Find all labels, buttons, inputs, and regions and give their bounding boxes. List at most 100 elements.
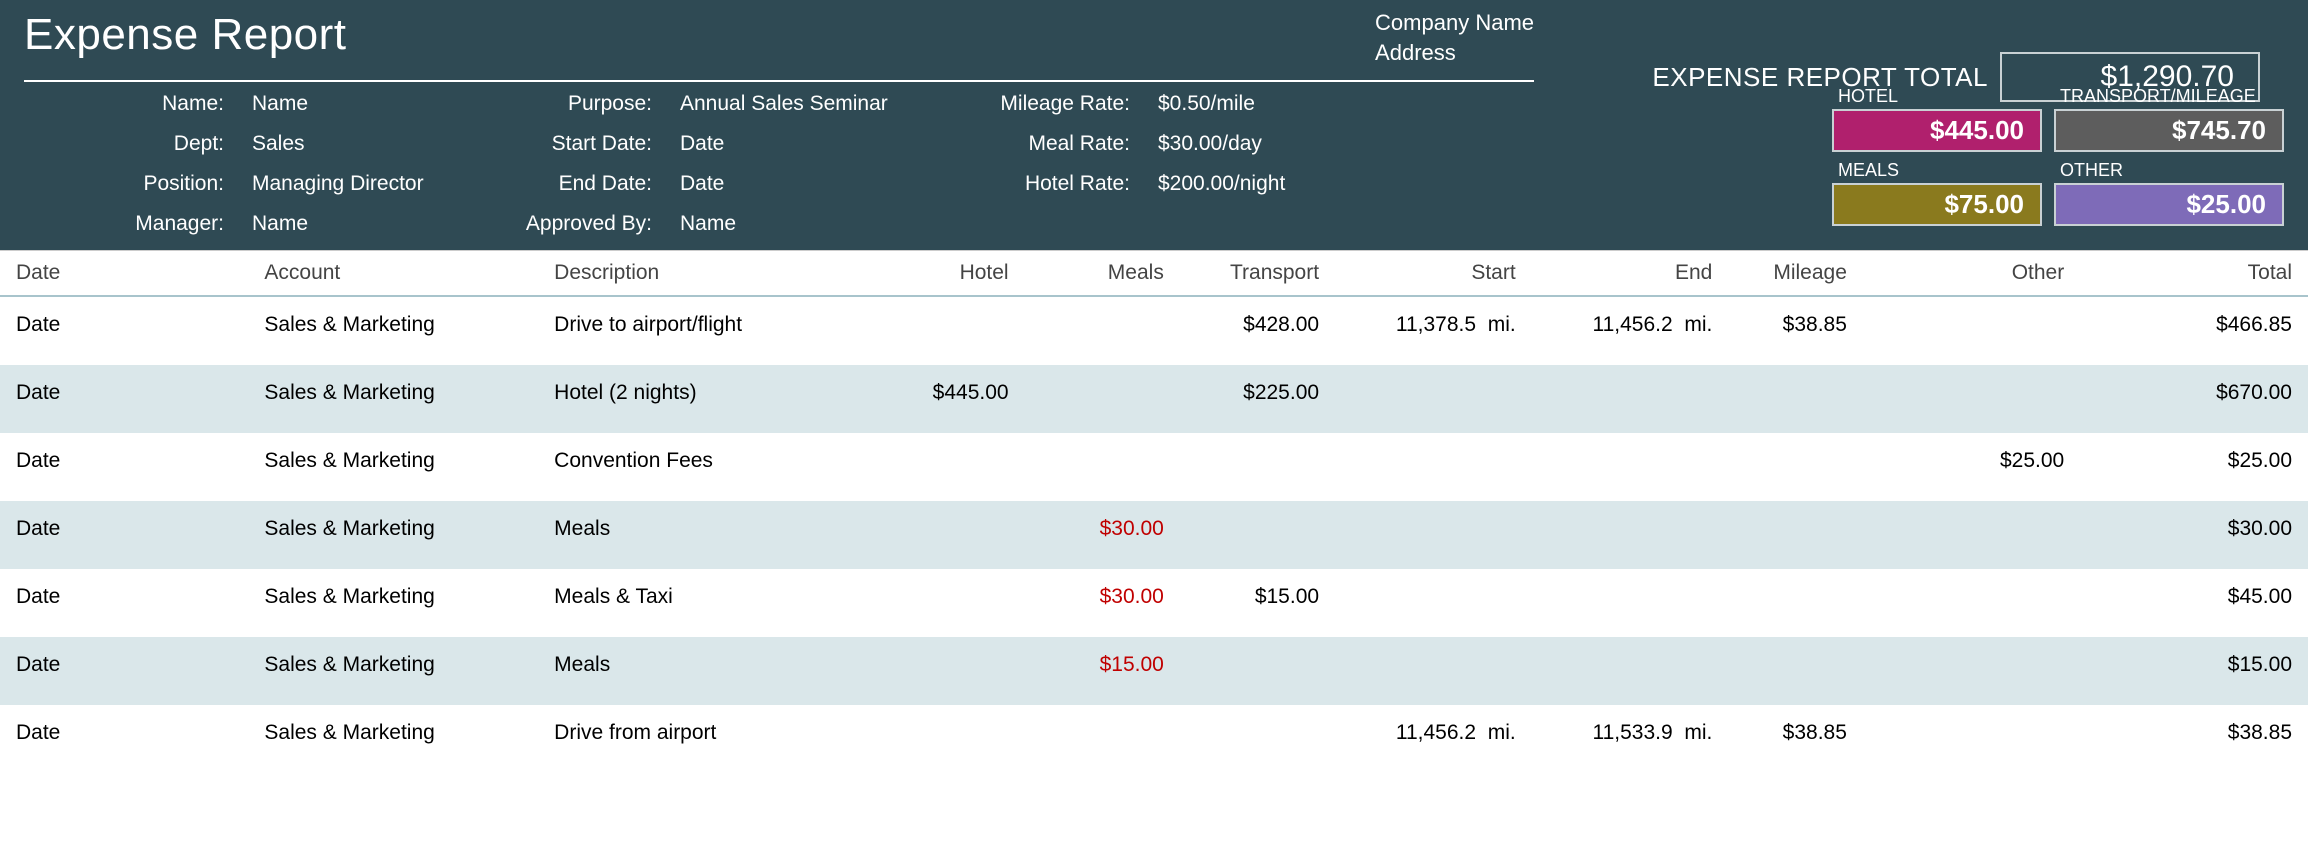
summary-meals-value: $75.00 <box>1832 183 2042 226</box>
cell-mileage <box>1728 637 1863 705</box>
summary-block: HOTEL $445.00 TRANSPORT/MILEAGE $745.70 … <box>1832 86 2284 226</box>
header-top: Expense Report Company Name Address <box>24 10 1534 82</box>
summary-transport-label: TRANSPORT/MILEAGE <box>2054 86 2284 107</box>
summary-transport-value: $745.70 <box>2054 109 2284 152</box>
table-row: DateSales & MarketingMeals & Taxi$30.00$… <box>0 569 2308 637</box>
cell-date: Date <box>0 705 248 773</box>
table-row: DateSales & MarketingDrive to airport/fl… <box>0 296 2308 365</box>
cell-hotel <box>869 637 1024 705</box>
col-description: Description <box>538 251 869 297</box>
table-header-row: Date Account Description Hotel Meals Tra… <box>0 251 2308 297</box>
header-details: Name: Name Dept: Sales Position: Managin… <box>24 82 2284 236</box>
cell-account: Sales & Marketing <box>248 365 538 433</box>
cell-account: Sales & Marketing <box>248 569 538 637</box>
cell-total: $38.85 <box>2080 705 2308 773</box>
company-block: Company Name Address <box>1375 10 1534 70</box>
summary-hotel: HOTEL $445.00 <box>1832 86 2042 152</box>
summary-meals-label: MEALS <box>1832 160 2042 181</box>
approved-by-value: Name <box>680 212 980 236</box>
col-end: End <box>1532 251 1729 297</box>
purpose-label: Purpose: <box>502 92 652 116</box>
cell-total: $30.00 <box>2080 501 2308 569</box>
cell-transport <box>1180 501 1335 569</box>
cell-mileage: $38.85 <box>1728 296 1863 365</box>
cell-hotel: $445.00 <box>869 365 1024 433</box>
start-date-label: Start Date: <box>502 132 652 156</box>
purpose-value: Annual Sales Seminar <box>680 92 980 116</box>
mileage-rate-label: Mileage Rate: <box>990 92 1130 116</box>
col-hotel: Hotel <box>869 251 1024 297</box>
cell-mileage <box>1728 365 1863 433</box>
cell-start <box>1335 637 1532 705</box>
summary-hotel-label: HOTEL <box>1832 86 2042 107</box>
meal-rate-value: $30.00/day <box>1158 132 1338 156</box>
cell-hotel <box>869 501 1024 569</box>
cell-total: $670.00 <box>2080 365 2308 433</box>
cell-other <box>1863 296 2080 365</box>
company-name: Company Name <box>1375 10 1534 36</box>
cell-mileage: $38.85 <box>1728 705 1863 773</box>
table-row: DateSales & MarketingHotel (2 nights)$44… <box>0 365 2308 433</box>
cell-end <box>1532 637 1729 705</box>
cell-description: Hotel (2 nights) <box>538 365 869 433</box>
cell-total: $45.00 <box>2080 569 2308 637</box>
mileage-rate-value: $0.50/mile <box>1158 92 1338 116</box>
cell-meals <box>1025 433 1180 501</box>
table-row: DateSales & MarketingMeals$30.00$30.00 <box>0 501 2308 569</box>
cell-end: 11,533.9 mi. <box>1532 705 1729 773</box>
cell-description: Meals <box>538 637 869 705</box>
cell-transport: $428.00 <box>1180 296 1335 365</box>
company-address: Address <box>1375 40 1534 66</box>
col-start: Start <box>1335 251 1532 297</box>
cell-other: $25.00 <box>1863 433 2080 501</box>
manager-label: Manager: <box>24 212 224 236</box>
cell-total: $25.00 <box>2080 433 2308 501</box>
hotel-rate-label: Hotel Rate: <box>990 172 1130 196</box>
end-date-value: Date <box>680 172 980 196</box>
cell-other <box>1863 501 2080 569</box>
name-label: Name: <box>24 92 224 116</box>
cell-mileage <box>1728 433 1863 501</box>
cell-end <box>1532 433 1729 501</box>
position-label: Position: <box>24 172 224 196</box>
start-date-value: Date <box>680 132 980 156</box>
cell-end <box>1532 365 1729 433</box>
cell-mileage <box>1728 569 1863 637</box>
dept-label: Dept: <box>24 132 224 156</box>
cell-account: Sales & Marketing <box>248 433 538 501</box>
col-date: Date <box>0 251 248 297</box>
detail-group-rates: Mileage Rate: $0.50/mile Meal Rate: $30.… <box>990 92 1338 236</box>
cell-start <box>1335 569 1532 637</box>
detail-group-person: Name: Name Dept: Sales Position: Managin… <box>24 92 492 236</box>
name-value: Name <box>252 92 492 116</box>
cell-meals <box>1025 705 1180 773</box>
summary-hotel-value: $445.00 <box>1832 109 2042 152</box>
cell-meals <box>1025 365 1180 433</box>
cell-meals: $15.00 <box>1025 637 1180 705</box>
table-row: DateSales & MarketingMeals$15.00$15.00 <box>0 637 2308 705</box>
cell-date: Date <box>0 296 248 365</box>
table-row: DateSales & MarketingConvention Fees$25.… <box>0 433 2308 501</box>
cell-date: Date <box>0 365 248 433</box>
report-header: Expense Report Company Name Address EXPE… <box>0 0 2308 250</box>
cell-account: Sales & Marketing <box>248 296 538 365</box>
cell-transport <box>1180 705 1335 773</box>
cell-meals: $30.00 <box>1025 501 1180 569</box>
cell-transport: $225.00 <box>1180 365 1335 433</box>
cell-account: Sales & Marketing <box>248 705 538 773</box>
cell-description: Meals <box>538 501 869 569</box>
cell-meals <box>1025 296 1180 365</box>
cell-other <box>1863 569 2080 637</box>
cell-total: $466.85 <box>2080 296 2308 365</box>
cell-start <box>1335 365 1532 433</box>
summary-other-value: $25.00 <box>2054 183 2284 226</box>
cell-mileage <box>1728 501 1863 569</box>
summary-transport: TRANSPORT/MILEAGE $745.70 <box>2054 86 2284 152</box>
cell-start: 11,378.5 mi. <box>1335 296 1532 365</box>
col-transport: Transport <box>1180 251 1335 297</box>
expense-table: Date Account Description Hotel Meals Tra… <box>0 250 2308 773</box>
cell-hotel <box>869 296 1024 365</box>
summary-other: OTHER $25.00 <box>2054 160 2284 226</box>
meal-rate-label: Meal Rate: <box>990 132 1130 156</box>
cell-date: Date <box>0 433 248 501</box>
